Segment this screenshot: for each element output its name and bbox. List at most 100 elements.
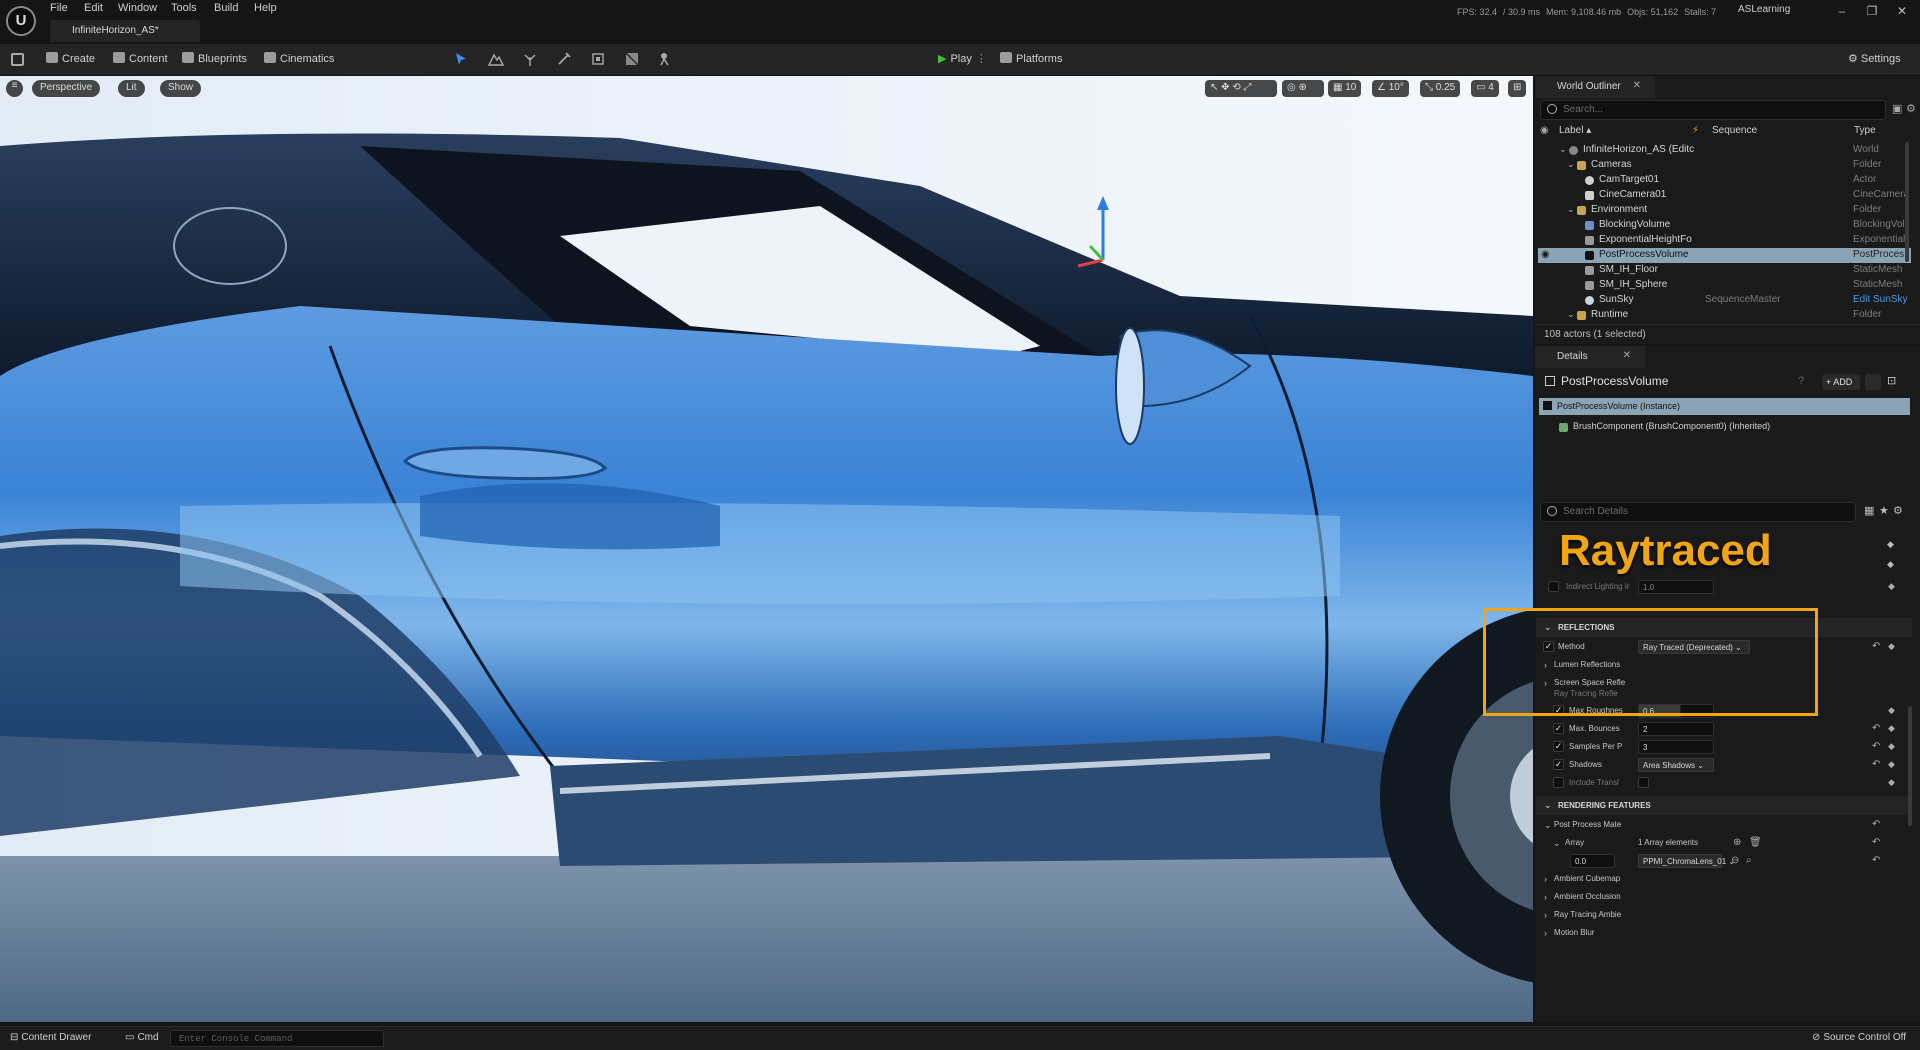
- perspective-button[interactable]: Perspective: [32, 80, 101, 97]
- outliner-row-environment[interactable]: ⌄ Environment Folder: [1535, 203, 1911, 218]
- col-label-header[interactable]: Label ▴: [1559, 122, 1591, 140]
- ambient-occlusion-row[interactable]: › Ambient Occlusion: [1536, 888, 1912, 906]
- keyframe-icon[interactable]: ◆: [1888, 723, 1895, 734]
- rotation-snap-button[interactable]: ∠ 10°: [1372, 80, 1409, 97]
- table-view-icon[interactable]: ▦: [1864, 504, 1874, 517]
- brush-component-label[interactable]: BrushComponent (BrushComponent0) (Inheri…: [1573, 421, 1770, 431]
- gear-icon[interactable]: ⚙: [1906, 102, 1916, 115]
- cinematics-button[interactable]: Cinematics: [264, 52, 334, 68]
- outliner-row-floor[interactable]: SM_IH_Floor StaticMesh: [1535, 263, 1911, 278]
- add-element-icon[interactable]: ⊕: [1733, 837, 1741, 848]
- row-type-link[interactable]: Edit SunSky: [1853, 294, 1911, 305]
- post-process-materials-row[interactable]: ⌄ Post Process Mate ↶: [1536, 816, 1912, 834]
- outliner-row-sphere[interactable]: SM_IH_Sphere StaticMesh: [1535, 278, 1911, 293]
- element-material-dropdown[interactable]: PPMI_ChromaLens_01 ⌄: [1638, 854, 1735, 868]
- close-window-icon[interactable]: ✕: [1892, 4, 1912, 18]
- play-button[interactable]: ▶ Play ⋮: [938, 52, 987, 68]
- keyframe-icon[interactable]: ◆: [1888, 759, 1895, 770]
- create-button[interactable]: Create: [46, 52, 95, 68]
- transform-tools-group[interactable]: ↖ ✥ ⟲ ⤢: [1205, 80, 1277, 97]
- motion-blur-row[interactable]: › Motion Blur: [1536, 924, 1912, 942]
- reset-icon[interactable]: ↶: [1872, 741, 1880, 752]
- keyframe-icon[interactable]: ◆: [1888, 741, 1895, 752]
- viewport-layout-icon[interactable]: ⊞: [1508, 80, 1527, 97]
- save-icon[interactable]: [11, 53, 24, 66]
- visibility-icon[interactable]: ◉: [1540, 122, 1549, 140]
- fracture-mode-icon[interactable]: [624, 51, 640, 67]
- minimize-icon[interactable]: –: [1832, 4, 1852, 18]
- menu-file[interactable]: File: [50, 2, 68, 14]
- outliner-row-camtarget[interactable]: CamTarget01 Actor: [1535, 173, 1911, 188]
- content-drawer-button[interactable]: ⊟ Content Drawer: [10, 1032, 91, 1043]
- include-translucent-checkbox[interactable]: [1553, 777, 1564, 788]
- outliner-row-sunsky[interactable]: SunSky SequenceMaster Edit SunSky: [1535, 293, 1911, 308]
- ambient-cubemap-row[interactable]: › Ambient Cubemap: [1536, 870, 1912, 888]
- reset-icon[interactable]: ↶: [1872, 641, 1880, 652]
- keyframe-icon[interactable]: ◆: [1887, 559, 1894, 570]
- favorite-star-icon[interactable]: ★: [1879, 504, 1889, 517]
- select-mode-icon[interactable]: [453, 51, 469, 67]
- element-weight-field[interactable]: 0.0: [1570, 854, 1615, 868]
- outliner-search-input[interactable]: Search...: [1540, 100, 1886, 120]
- col-type-header[interactable]: Type: [1854, 122, 1876, 140]
- details-scrollbar[interactable]: [1908, 706, 1912, 826]
- camera-speed-button[interactable]: ▭ 4: [1471, 80, 1499, 97]
- add-component-button[interactable]: + ADD: [1822, 374, 1860, 390]
- maximize-icon[interactable]: ❐: [1862, 4, 1882, 18]
- animation-mode-icon[interactable]: [658, 51, 674, 67]
- shadows-checkbox[interactable]: ✓: [1553, 759, 1564, 770]
- rt-ambient-occlusion-row[interactable]: › Ray Tracing Ambie: [1536, 906, 1912, 924]
- col-sequence-header[interactable]: Sequence: [1712, 122, 1757, 140]
- reset-icon[interactable]: ↶: [1872, 819, 1880, 830]
- show-button[interactable]: Show: [160, 80, 202, 97]
- rendering-features-section-header[interactable]: ⌄ RENDERING FEATURES: [1536, 796, 1912, 815]
- indirect-lighting-checkbox[interactable]: [1548, 581, 1559, 592]
- level-viewport[interactable]: ≡ Perspective Lit Show ↖ ✥ ⟲ ⤢ ◎ ⊕ ▦ 10 …: [0, 76, 1533, 1022]
- trash-icon[interactable]: 🗑: [1749, 837, 1762, 848]
- menu-edit[interactable]: Edit: [84, 2, 103, 14]
- close-icon[interactable]: ✕: [1623, 350, 1631, 361]
- samples-checkbox[interactable]: ✓: [1553, 741, 1564, 752]
- lock-icon[interactable]: ⊡: [1887, 374, 1896, 387]
- keyframe-icon[interactable]: ◆: [1888, 777, 1895, 788]
- menu-tools[interactable]: Tools: [171, 2, 197, 14]
- outliner-scrollbar[interactable]: [1905, 142, 1909, 262]
- outliner-row-heightfog[interactable]: ExponentialHeightFo Exponential: [1535, 233, 1911, 248]
- settings-button[interactable]: ⚙ Settings: [1848, 52, 1901, 68]
- lit-button[interactable]: Lit: [118, 80, 145, 97]
- shadows-dropdown[interactable]: Area Shadows ⌄: [1638, 758, 1714, 772]
- viewport-menu-icon[interactable]: ≡: [6, 80, 23, 97]
- help-icon[interactable]: ?: [1798, 375, 1804, 387]
- keyframe-icon[interactable]: ◆: [1888, 705, 1895, 716]
- max-bounces-checkbox[interactable]: ✓: [1553, 723, 1564, 734]
- menu-window[interactable]: Window: [118, 2, 157, 14]
- cmd-button[interactable]: ▭ Cmd: [125, 1032, 159, 1043]
- keyframe-icon[interactable]: ◆: [1887, 539, 1894, 550]
- details-search-input[interactable]: Search Details: [1540, 502, 1856, 522]
- blueprints-button[interactable]: Blueprints: [182, 52, 247, 68]
- outliner-row-postprocess-selected[interactable]: ◉ PostProcessVolume PostProces: [1538, 248, 1911, 263]
- browse-arrow-icon[interactable]: ⊖: [1731, 855, 1739, 866]
- source-control-button[interactable]: ⊘ Source Control Off: [1812, 1032, 1906, 1043]
- landscape-mode-icon[interactable]: [488, 51, 504, 67]
- reset-icon[interactable]: ↶: [1872, 723, 1880, 734]
- scale-snap-button[interactable]: ⤡ 0.25: [1420, 80, 1461, 97]
- instance-row-selected[interactable]: PostProcessVolume (Instance): [1539, 398, 1910, 415]
- outliner-row-cameras[interactable]: ⌄ Cameras Folder: [1535, 158, 1911, 173]
- samples-field[interactable]: 3: [1638, 740, 1714, 754]
- indirect-lighting-field[interactable]: 1.0: [1638, 580, 1714, 594]
- keyframe-icon[interactable]: ◆: [1888, 641, 1895, 652]
- pin-icon[interactable]: ⚡: [1692, 122, 1699, 140]
- blueprint-icon[interactable]: [1865, 374, 1881, 390]
- coordinate-space-group[interactable]: ◎ ⊕: [1282, 80, 1324, 97]
- reset-icon[interactable]: ↶: [1872, 759, 1880, 770]
- foliage-mode-icon[interactable]: [522, 51, 538, 67]
- gear-icon[interactable]: ⚙: [1893, 504, 1903, 517]
- content-button[interactable]: Content: [113, 52, 168, 68]
- platforms-button[interactable]: Platforms: [1000, 52, 1062, 68]
- reset-icon[interactable]: ↶: [1872, 837, 1880, 848]
- outliner-row-blockingvolume[interactable]: BlockingVolume BlockingVol: [1535, 218, 1911, 233]
- include-translucent-value-checkbox[interactable]: [1638, 777, 1649, 788]
- max-bounces-field[interactable]: 2: [1638, 722, 1714, 736]
- menu-help[interactable]: Help: [254, 2, 277, 14]
